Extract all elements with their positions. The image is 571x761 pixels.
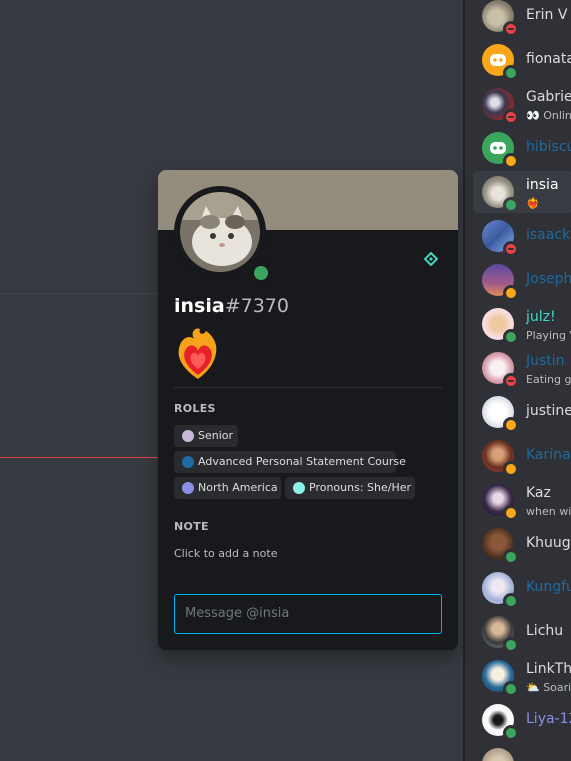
member-item[interactable]: Kungfu	[473, 567, 571, 609]
profile-avatar[interactable]	[180, 192, 260, 272]
status-idle-icon	[503, 505, 519, 521]
member-name: Joseph	[526, 271, 571, 287]
member-item[interactable]: julz! Playing V	[473, 303, 571, 345]
heart-on-fire-icon	[174, 327, 222, 381]
member-name: Erin V	[526, 7, 568, 23]
profile-avatar-frame	[174, 186, 272, 284]
member-name: Lichu	[526, 623, 564, 639]
user-profile-popout[interactable]: insia#7370 ROLES Senior Advanced Persona…	[158, 170, 458, 650]
member-name: julz!	[526, 309, 556, 325]
role-tag[interactable]: Senior	[174, 425, 238, 447]
member-item[interactable]: Khuugi	[473, 523, 571, 565]
role-tag[interactable]: Advanced Personal Statement Course	[174, 451, 406, 473]
member-name: LinkTh	[526, 661, 571, 677]
new-messages-divider	[0, 457, 170, 458]
note-heading: NOTE	[174, 520, 209, 533]
status-idle-icon	[503, 417, 519, 433]
member-item[interactable]: Lichu	[473, 611, 571, 653]
role-color-dot	[293, 482, 305, 494]
member-activity: 👀 Onlin	[526, 109, 571, 122]
member-item[interactable]: LinkTh ⛅ Soari	[473, 655, 571, 697]
role-tag[interactable]: North America	[174, 477, 281, 499]
role-label: Senior	[198, 429, 234, 442]
profile-username: insia#7370	[174, 295, 289, 317]
avatar	[482, 748, 514, 761]
member-activity: ⛅ Soari	[526, 681, 571, 694]
role-color-dot	[182, 482, 194, 494]
member-name: justine	[526, 403, 571, 419]
roles-heading: ROLES	[174, 402, 216, 415]
member-name: Khuugi	[526, 535, 571, 551]
status-idle-icon	[503, 285, 519, 301]
role-label: North America	[198, 481, 278, 494]
role-label: Advanced Personal Statement Course	[198, 455, 406, 468]
member-item[interactable]: Gabrie 👀 Onlin	[473, 83, 571, 125]
member-item[interactable]: fionata	[473, 39, 571, 81]
member-name: Kaz	[526, 485, 551, 501]
member-activity: ❤️‍🔥	[526, 197, 540, 210]
role-tag[interactable]: Pronouns: She/Her	[285, 477, 415, 499]
discriminator: #7370	[224, 295, 289, 317]
member-item[interactable]: hibiscu	[473, 127, 571, 169]
member-item[interactable]: justine	[473, 391, 571, 433]
member-activity: Eating ga	[526, 373, 571, 386]
note-input[interactable]: Click to add a note	[174, 547, 277, 560]
role-label: Pronouns: She/Her	[309, 481, 412, 494]
status-dnd-icon	[503, 241, 519, 257]
status-online-icon	[503, 329, 519, 345]
nitro-badge-icon[interactable]	[423, 251, 439, 267]
member-item[interactable]: isaack	[473, 215, 571, 257]
member-list-border	[463, 0, 465, 761]
status-idle-icon	[503, 461, 519, 477]
member-name: Justin	[526, 353, 565, 369]
status-online-icon	[503, 593, 519, 609]
username-text: insia	[174, 295, 225, 317]
member-name: Liya-12	[526, 711, 571, 727]
status-idle-icon	[503, 153, 519, 169]
status-online-icon	[503, 65, 519, 81]
role-color-dot	[182, 456, 194, 468]
member-item[interactable]: Joseph	[473, 259, 571, 301]
member-item[interactable]: Justin Eating ga	[473, 347, 571, 389]
status-online-icon	[503, 549, 519, 565]
status-dnd-icon	[503, 109, 519, 125]
member-name: fionata	[526, 51, 571, 67]
member-item[interactable]: Liya-12	[473, 699, 571, 741]
member-name: hibiscu	[526, 139, 571, 155]
member-name: insia	[526, 177, 559, 193]
status-dnd-icon	[503, 21, 519, 37]
member-item[interactable]: Kaz when wil	[473, 479, 571, 521]
member-activity: when wil	[526, 505, 571, 518]
member-item-selected[interactable]: insia ❤️‍🔥	[473, 171, 571, 213]
status-dnd-icon	[503, 373, 519, 389]
member-activity: Playing V	[526, 329, 571, 342]
member-name: Karina	[526, 447, 571, 463]
status-online-icon	[503, 637, 519, 653]
member-name: Kungfu	[526, 579, 571, 595]
member-item[interactable]: Erin V	[473, 0, 571, 37]
status-online-icon	[503, 197, 519, 213]
message-divider	[0, 293, 170, 294]
member-item[interactable]: Karina	[473, 435, 571, 477]
status-online-icon	[503, 681, 519, 697]
member-name: isaack	[526, 227, 571, 243]
role-color-dot	[182, 430, 194, 442]
status-online-icon	[503, 725, 519, 741]
section-separator	[174, 387, 442, 388]
member-item[interactable]	[473, 743, 571, 761]
message-input[interactable]: Message @insia	[174, 594, 442, 634]
status-online-icon	[250, 262, 272, 284]
message-input-placeholder: Message @insia	[185, 606, 290, 621]
member-name: Gabrie	[526, 89, 571, 105]
member-list[interactable]: Erin V fionata Gabrie 👀 Onlin hibiscu in…	[463, 0, 571, 761]
